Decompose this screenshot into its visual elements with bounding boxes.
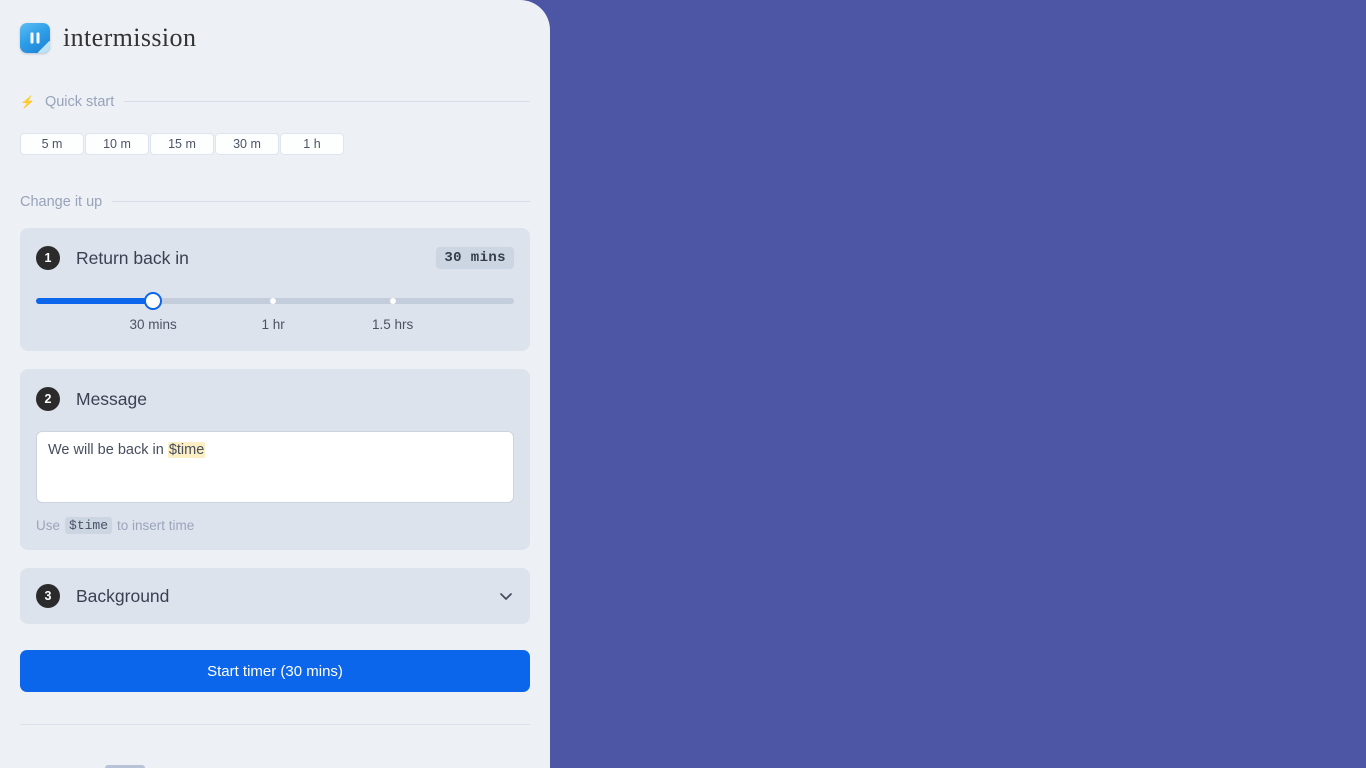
step-number-badge: 2 [36, 387, 60, 411]
card-background[interactable]: 3 Background [20, 568, 530, 624]
hint-token-chip: $time [65, 517, 113, 534]
chevron-down-icon[interactable] [498, 588, 514, 604]
quick-start-label: Quick start [44, 93, 115, 110]
app-panel: intermission ⚡ Quick start 5 m 10 m 15 m… [0, 0, 550, 768]
slider-track-fill [36, 298, 154, 304]
slider-tick-labels: 30 mins 1 hr 1.5 hrs [36, 317, 514, 335]
slider-tick-1hr [270, 298, 277, 304]
time-token-highlight: $time [167, 442, 206, 458]
card-message: 2 Message We will be back in $time Use $… [20, 369, 530, 550]
quick-start-1h[interactable]: 1 h [280, 133, 344, 155]
slider-tick-1-5hrs [389, 298, 396, 304]
panel-content: intermission ⚡ Quick start 5 m 10 m 15 m… [0, 0, 550, 768]
change-it-up-label: Change it up [20, 193, 103, 210]
start-timer-button[interactable]: Start timer (30 mins) [20, 650, 530, 692]
step-number-badge: 3 [36, 584, 60, 608]
hint-suffix: to insert time [117, 518, 195, 533]
message-text: We will be back in [48, 442, 168, 458]
card-return-back-in: 1 Return back in 30 mins 30 mins 1 hr 1.… [20, 228, 530, 351]
step-number-badge: 1 [36, 246, 60, 270]
card-title: Background [76, 585, 170, 606]
quick-start-30m[interactable]: 30 m [215, 133, 279, 155]
footer-divider [20, 724, 530, 725]
hint-prefix: Use [36, 518, 61, 533]
app-title: intermission [63, 22, 197, 52]
quick-start-5m[interactable]: 5 m [20, 133, 84, 155]
card-header: 1 Return back in 30 mins [36, 244, 514, 272]
divider [124, 101, 530, 102]
pause-logo-icon [20, 22, 50, 53]
logo-fold-decoration [38, 40, 50, 53]
quick-start-10m[interactable]: 10 m [85, 133, 149, 155]
card-title: Return back in [76, 247, 189, 268]
lightning-bolt-icon: ⚡ [20, 94, 35, 109]
quick-start-options: 5 m 10 m 15 m 30 m 1 h [20, 133, 530, 155]
slider-label-1hr: 1 hr [261, 317, 285, 332]
message-hint: Use $time to insert time [36, 517, 514, 534]
app-header: intermission [20, 20, 530, 55]
quick-start-15m[interactable]: 15 m [150, 133, 214, 155]
card-header: 2 Message [36, 385, 514, 413]
duration-slider[interactable] [36, 292, 514, 310]
slider-label-1-5hrs: 1.5 hrs [371, 317, 414, 332]
card-title: Message [76, 388, 148, 409]
divider [112, 201, 530, 202]
duration-value-badge: 30 mins [436, 247, 514, 269]
message-input[interactable]: We will be back in $time [36, 431, 514, 503]
card-header: 3 Background [36, 582, 514, 610]
change-it-up-header: Change it up [20, 193, 530, 210]
slider-label-30mins: 30 mins [129, 317, 177, 332]
slider-thumb[interactable] [144, 292, 163, 310]
quick-start-header: ⚡ Quick start [20, 93, 530, 110]
